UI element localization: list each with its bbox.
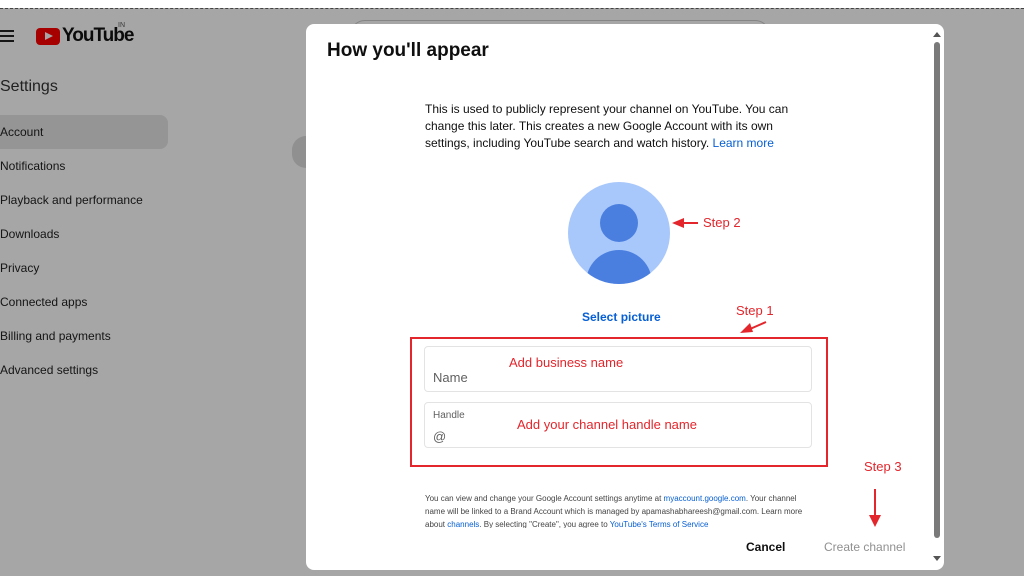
person-body-icon <box>586 250 652 284</box>
scroll-down-icon[interactable] <box>933 556 941 561</box>
create-channel-dialog: How you'll appear This is used to public… <box>306 24 944 570</box>
footer-text-3: . By selecting "Create", you agree to <box>479 520 608 528</box>
myaccount-link[interactable]: myaccount.google.com <box>664 494 746 503</box>
name-hint: Add business name <box>509 355 624 370</box>
terms-link[interactable]: YouTube's Terms of Service <box>610 520 709 528</box>
step2-label: Step 2 <box>703 215 741 230</box>
dialog-description: This is used to publicly represent your … <box>425 101 795 152</box>
dialog-footer-text: You can view and change your Google Acco… <box>425 492 815 528</box>
scroll-up-icon[interactable] <box>933 32 941 37</box>
select-picture-link[interactable]: Select picture <box>582 310 661 324</box>
step1-label: Step 1 <box>736 303 774 318</box>
dialog-scrollbar[interactable] <box>932 32 942 562</box>
handle-hint: Add your channel handle name <box>517 417 697 432</box>
learn-more-link[interactable]: Learn more <box>713 136 774 150</box>
person-head-icon <box>600 204 638 242</box>
step3-label: Step 3 <box>864 459 902 474</box>
scroll-thumb[interactable] <box>934 42 940 538</box>
channels-link[interactable]: channels <box>447 520 479 528</box>
cancel-button[interactable]: Cancel <box>746 540 785 554</box>
avatar-placeholder[interactable] <box>568 182 670 284</box>
create-channel-button[interactable]: Create channel <box>824 540 905 554</box>
dialog-title: How you'll appear <box>327 40 489 61</box>
footer-text-1: You can view and change your Google Acco… <box>425 494 662 503</box>
